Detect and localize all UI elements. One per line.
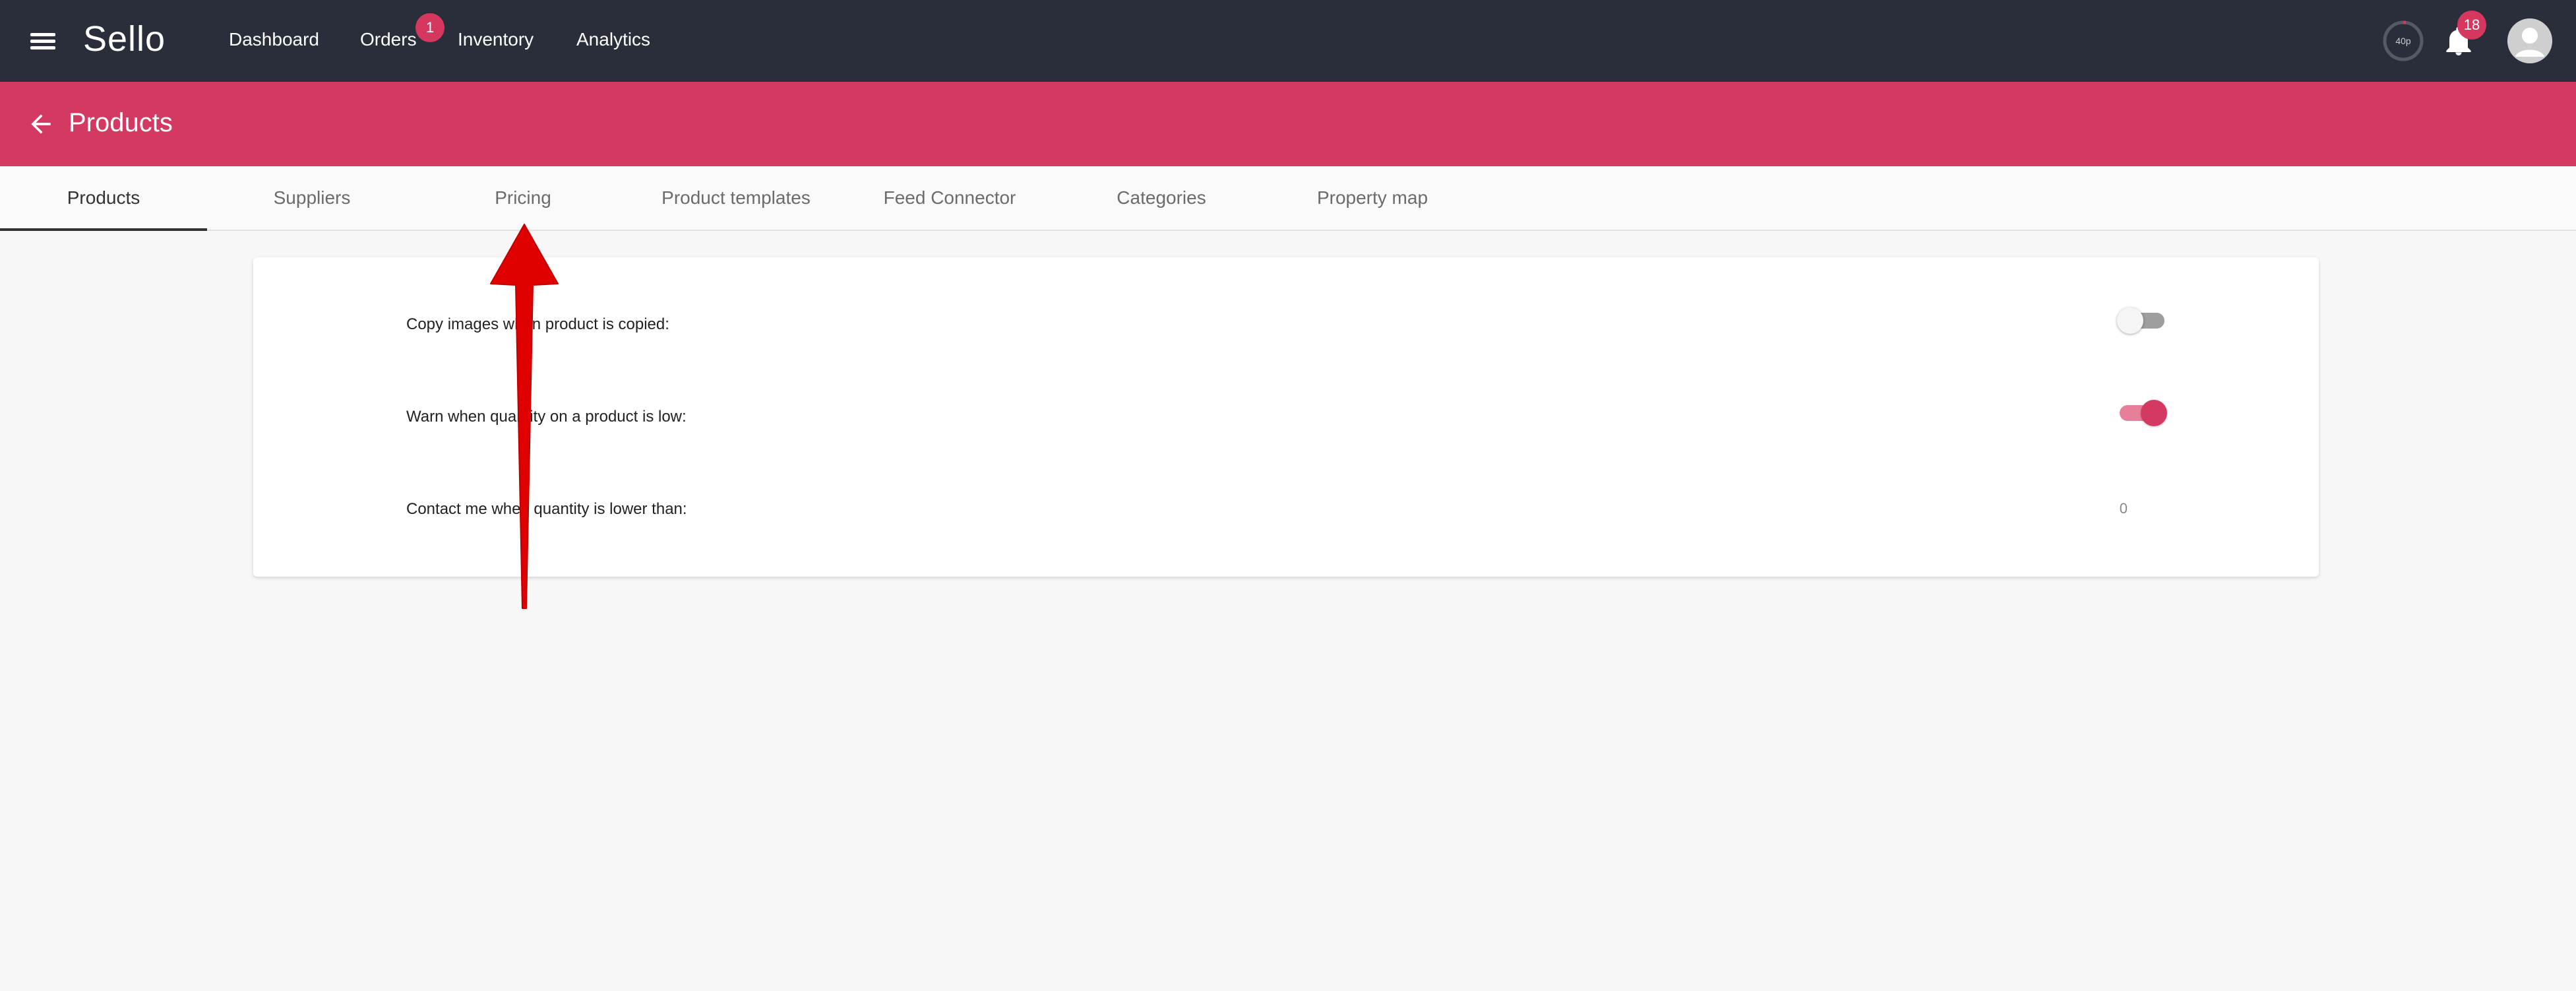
tab-product-templates[interactable]: Product templates [629, 166, 843, 230]
annotation-arrow [490, 224, 559, 609]
menu-icon[interactable] [28, 26, 59, 55]
top-app-bar: Sello Dashboard Orders 1 Inventory Analy… [0, 0, 2576, 82]
quantity-threshold-input[interactable] [2073, 496, 2129, 521]
tab-products[interactable]: Products [0, 166, 207, 231]
copy-images-toggle[interactable] [2117, 306, 2167, 335]
page-title: Products [69, 108, 173, 137]
warn-low-quantity-toggle[interactable] [2117, 399, 2167, 428]
tab-feed-connector[interactable]: Feed Connector [843, 166, 1057, 230]
nav-orders[interactable]: Orders [360, 29, 417, 50]
progress-ring-icon[interactable]: 40p [2382, 20, 2424, 62]
orders-badge: 1 [415, 13, 445, 42]
nav-inventory[interactable]: Inventory [458, 29, 534, 50]
tab-suppliers[interactable]: Suppliers [207, 166, 417, 230]
app-logo[interactable]: Sello [83, 18, 166, 59]
nav-analytics[interactable]: Analytics [576, 29, 650, 50]
nav-dashboard[interactable]: Dashboard [229, 29, 319, 50]
notifications-badge: 18 [2457, 11, 2486, 40]
progress-label: 40p [2395, 36, 2411, 46]
tab-pricing[interactable]: Pricing [417, 166, 629, 230]
tab-property-map[interactable]: Property map [1266, 166, 1479, 230]
tab-bar: Products Suppliers Pricing Product templ… [0, 166, 2576, 231]
account-circle-icon[interactable] [2507, 18, 2552, 63]
page-header: Products [0, 82, 2576, 166]
tab-categories[interactable]: Categories [1057, 166, 1266, 230]
arrow-back-icon[interactable] [26, 110, 55, 139]
